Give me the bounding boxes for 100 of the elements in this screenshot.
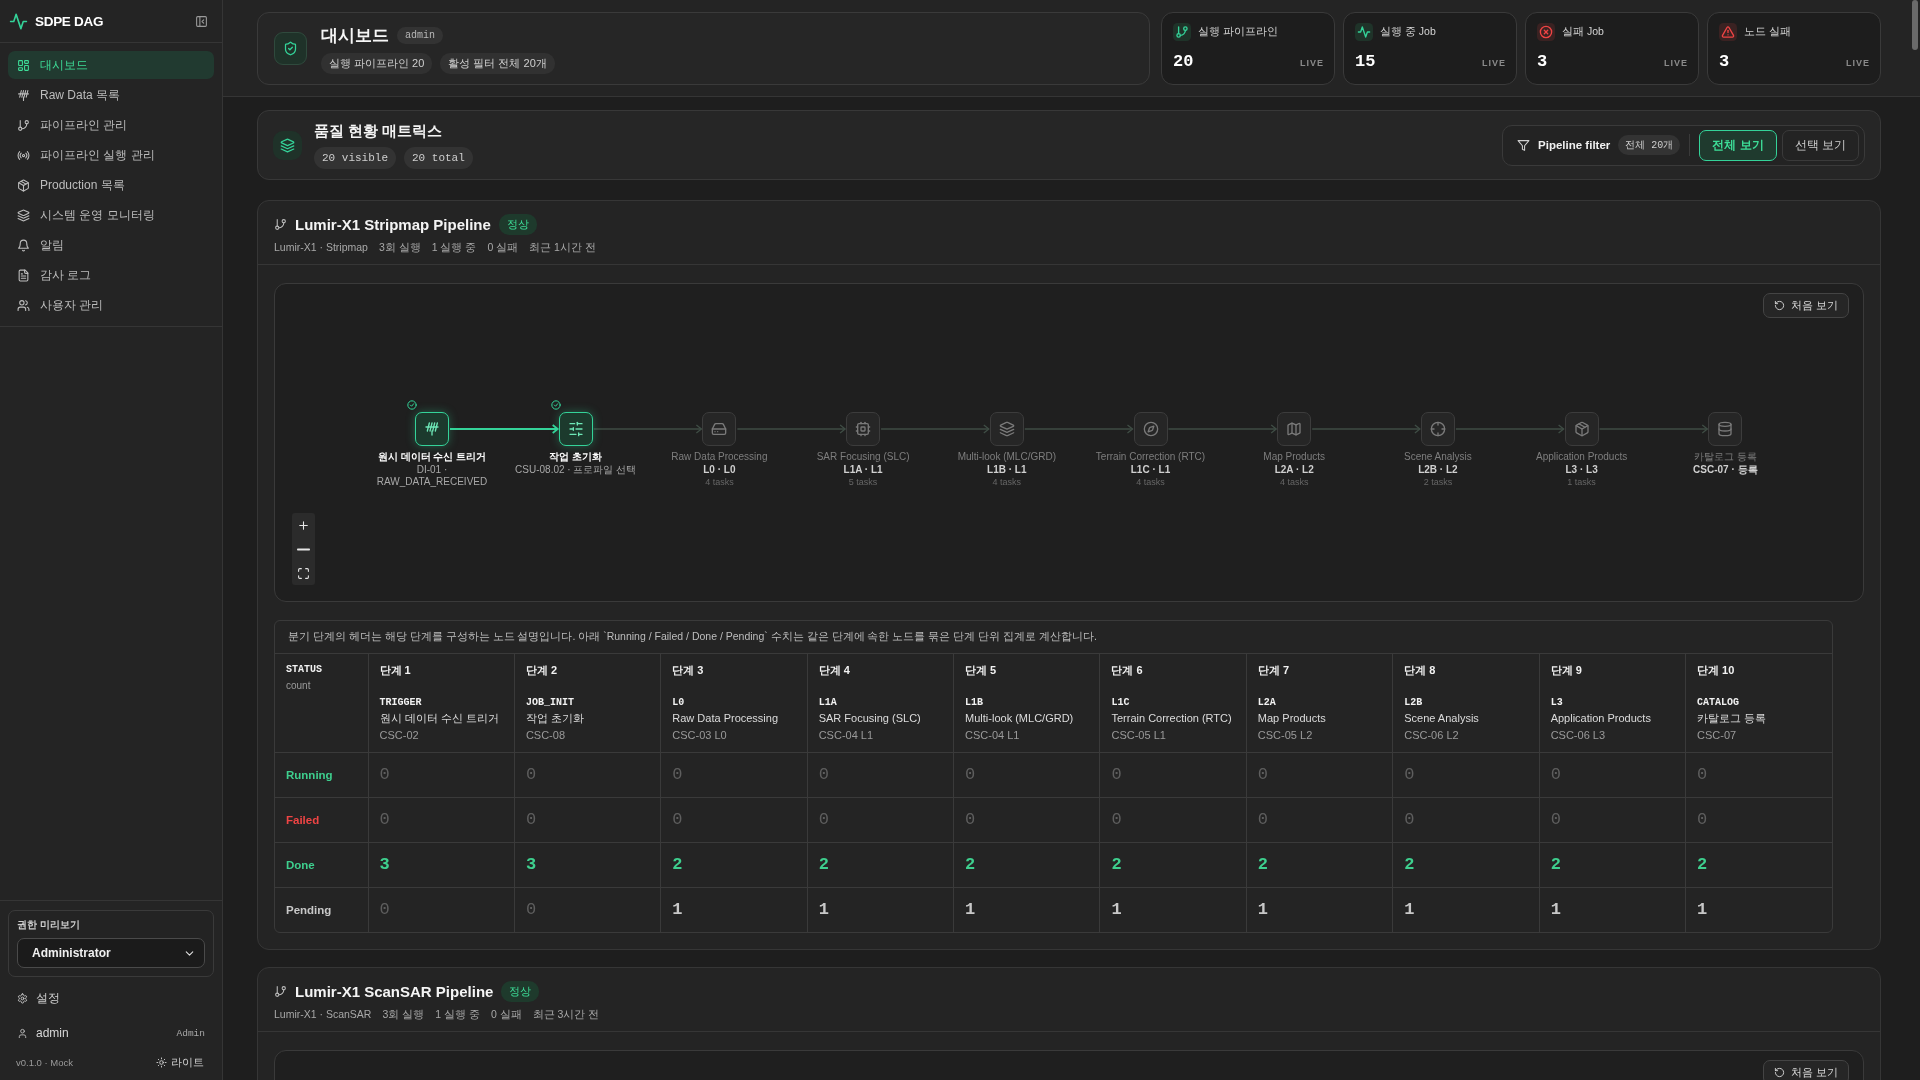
stage-component: CSC-05 L2 [1257,728,1314,743]
sidebar-item[interactable]: 사용자 관리 [8,291,214,319]
live-tag: LIVE [1664,58,1688,68]
stat-value: 15 [1355,52,1376,71]
sidebar-item[interactable]: 감사 로그 [8,261,214,289]
stage-code: L1A [818,696,838,710]
table-cell: 1 [953,887,1100,932]
pipeline-node[interactable] [1277,412,1312,446]
node-task-count: 5 tasks [847,477,879,488]
pipeline-meta: 3회 실행 [382,1008,425,1022]
table-cell: 0 [1392,752,1540,797]
table-cell: 2 [1685,842,1832,887]
stage-code: TRIGGER [379,696,423,710]
node-task-count: 4 tasks [1135,477,1166,488]
user-icon [17,1027,28,1039]
table-cell: 0 [368,797,515,842]
node-detail: L1C · L1 [1129,464,1172,476]
table-cell: 1 [807,887,954,932]
pipeline-meta: 최근 3시간 전 [532,1008,600,1022]
stage-component: CSC-04 L1 [818,728,875,743]
stage-step: 단계 9 [1550,663,1674,677]
table-cell: 0 [953,752,1100,797]
node-detail: L1B · L1 [986,464,1028,476]
check-circle-icon [550,400,561,410]
role-select[interactable]: Administrator [17,938,205,968]
node-title: 카탈로그 등록 [1692,451,1758,463]
branch-icon [17,118,30,132]
stage-code: L2B [1404,696,1424,710]
table-cell: 0 [368,887,515,932]
node-detail: L1A · L1 [842,464,884,476]
table-cell: 2 [660,842,808,887]
node-title: Terrain Correction (RTC) [1094,451,1207,463]
pipeline-node[interactable] [702,412,737,446]
pipeline-node[interactable] [846,412,881,446]
sidebar-item[interactable]: 알림 [8,231,214,259]
table-cell: 3 [368,842,515,887]
filter-option[interactable]: 선택 보기 [1781,129,1859,161]
stage-name: 카탈로그 등록 [1697,711,1768,726]
node-title: 원시 데이터 수신 트리거 [376,451,488,463]
status-badge: 정상 [498,214,537,235]
broadcast-icon [17,148,30,162]
pipeline-node[interactable] [1564,412,1599,446]
table-cell: 0 [514,887,661,932]
stage-code: L0 [672,696,686,710]
pipeline-meta: 0 실패 [490,1008,522,1022]
stage-component: CSC-03 L0 [672,728,728,743]
stat-value: 20 [1173,52,1194,71]
sidebar-item[interactable]: Production 목록 [8,171,214,199]
stage-component: CSC-06 L2 [1404,728,1460,743]
stage-code: JOB_INIT [525,696,575,710]
version-label: v0.1.0 · Mock [16,1056,74,1068]
live-tag: LIVE [1846,58,1870,68]
pipeline-node[interactable] [1133,412,1168,446]
pipeline-meta: 0 실패 [487,241,519,255]
stage-component: CSC-05 L1 [1111,728,1167,743]
stage-name: 작업 초기화 [525,711,585,726]
stage-component: CSC-07 [1697,728,1738,743]
table-cell: 2 [807,842,954,887]
table-note: 분기 단계의 헤더는 해당 단계를 구성하는 노드 설명입니다. 아래 `Running / Failed / Done / Pending` 수치는 같은 단계에 속한 노드를 묶은 단계 단위 집계로 계산합니다. [275,621,1832,654]
compass-icon [1142,421,1159,437]
theme-toggle[interactable]: 라이트 [152,1054,208,1070]
table-cell: 0 [660,797,808,842]
database-icon [1717,421,1734,437]
sidebar-item[interactable]: 시스템 운영 모니터링 [8,201,214,229]
pipeline-title: Lumir-X1 ScanSAR Pipeline [295,983,494,1000]
collapse-sidebar-button[interactable] [195,14,208,28]
pipeline-node[interactable] [1420,412,1455,446]
pipeline-node[interactable] [989,412,1024,446]
status-label: Pending [275,887,368,932]
filter-icon [1517,138,1531,152]
layers-icon [998,421,1015,437]
dashboard-icon [17,58,30,72]
filter-option[interactable]: 전체 보기 [1699,129,1777,161]
pipeline-node[interactable] [1708,412,1743,446]
settings-link[interactable]: 설정 [8,987,214,1009]
table-cell: 1 [1539,887,1686,932]
table-cell: 0 [1099,752,1247,797]
pipeline-node[interactable] [415,412,449,446]
reset-view-button[interactable]: 처음 보기 [1762,1060,1849,1080]
stat-label: 실행 중 Job [1380,25,1436,39]
stage-code: L1C [1111,696,1131,710]
minus-icon [297,547,310,551]
reset-view-button[interactable]: 처음 보기 [1762,293,1849,318]
sidebar-item[interactable]: 파이프라인 실행 관리 [8,141,214,169]
status-label: Running [275,752,368,797]
pipeline-meta: 3회 실행 [378,241,421,255]
node-task-count: 2 tasks [1422,477,1454,488]
stage-step: 단계 3 [672,663,796,677]
count-chip: 20 total [404,146,473,169]
settings-icon [17,992,28,1004]
sidebar-item[interactable]: 대시보드 [8,51,214,79]
sidebar-item[interactable]: 파이프라인 관리 [8,111,214,139]
node-detail: CSC-07 · 등록 [1692,464,1759,476]
pulse-icon [9,11,28,31]
sidebar-item[interactable]: Raw Data 목록 [8,81,214,109]
scrollbar-thumb[interactable] [1912,0,1918,50]
pipeline-node[interactable] [558,412,593,446]
table-cell: 0 [1685,797,1832,842]
stage-step: 단계 4 [818,663,943,677]
table-cell: 0 [1392,797,1540,842]
